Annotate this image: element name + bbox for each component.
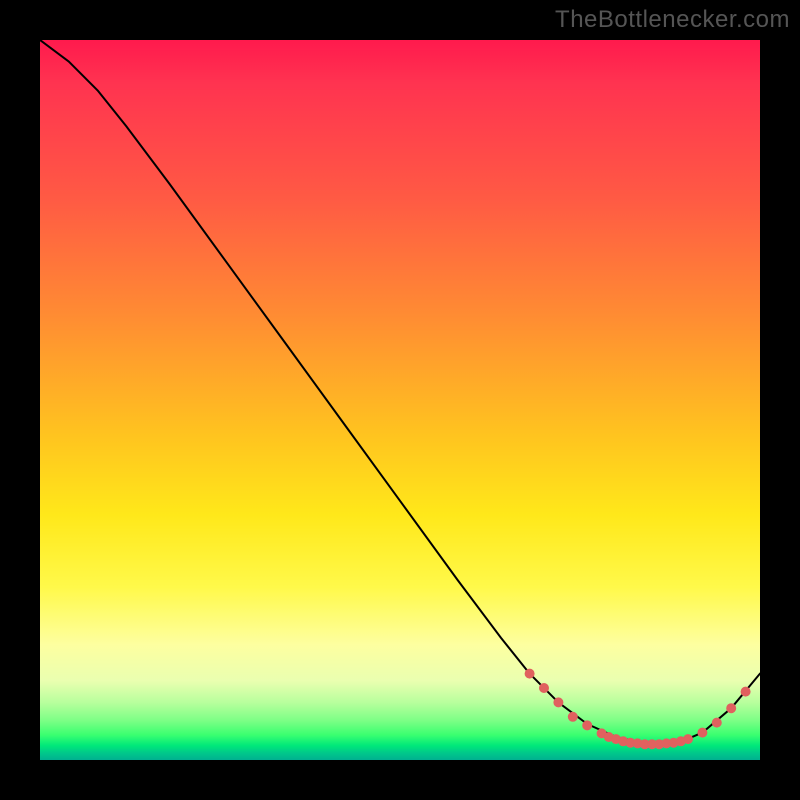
- marker-dot: [712, 718, 721, 727]
- curve-path: [40, 40, 760, 745]
- chart-stage: TheBottlenecker.com: [0, 0, 800, 800]
- marker-group: [525, 669, 750, 749]
- chart-svg: [40, 40, 760, 760]
- marker-dot: [525, 669, 534, 678]
- plot-area: [40, 40, 760, 760]
- marker-dot: [684, 735, 693, 744]
- marker-dot: [727, 704, 736, 713]
- marker-dot: [554, 698, 563, 707]
- marker-dot: [698, 728, 707, 737]
- marker-dot: [583, 721, 592, 730]
- marker-dot: [568, 712, 577, 721]
- marker-dot: [741, 687, 750, 696]
- marker-dot: [540, 684, 549, 693]
- watermark-text: TheBottlenecker.com: [555, 6, 790, 34]
